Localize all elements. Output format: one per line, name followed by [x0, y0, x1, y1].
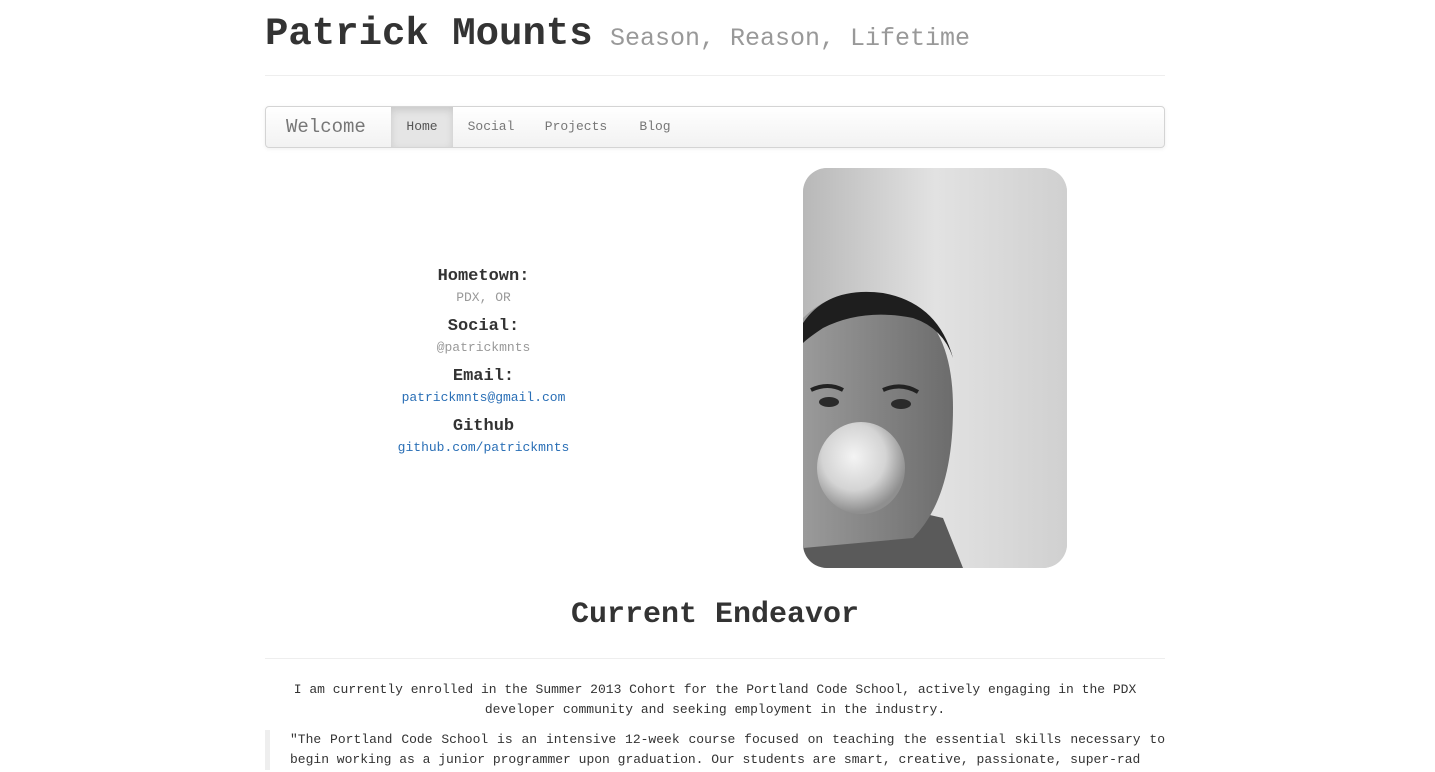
nav-item-home[interactable]: Home — [391, 107, 453, 147]
nav-item-social[interactable]: Social — [453, 107, 529, 147]
page-container: Patrick Mounts Season, Reason, Lifetime … — [265, 0, 1165, 770]
section-title: Current Endeavor — [570, 598, 860, 632]
profile-photo-illustration — [803, 168, 1067, 568]
page-header: Patrick Mounts Season, Reason, Lifetime — [265, 0, 1165, 76]
intro-paragraph: I am currently enrolled in the Summer 20… — [293, 682, 1137, 717]
nav-item-blog[interactable]: Blog — [623, 107, 687, 147]
email-label: Email: — [452, 367, 515, 386]
contact-info: Hometown: PDX, OR Social: @patrickmnts E… — [265, 265, 702, 465]
site-title: Patrick Mounts — [265, 12, 593, 56]
section-divider — [265, 658, 1165, 659]
profile-photo — [803, 168, 1067, 568]
nav-item-projects[interactable]: Projects — [529, 107, 623, 147]
navbar-brand[interactable]: Welcome — [286, 116, 366, 138]
social-label: Social: — [447, 317, 520, 336]
hometown-label: Hometown: — [437, 267, 530, 286]
school-quote: "The Portland Code School is an intensiv… — [265, 730, 1165, 770]
navbar: Welcome Home Social Projects Blog — [265, 106, 1165, 148]
email-link[interactable]: patrickmnts@gmail.com — [402, 390, 566, 405]
social-value: @patrickmnts — [436, 340, 531, 355]
github-label: Github — [452, 417, 515, 436]
hometown-value: PDX, OR — [456, 290, 511, 305]
github-link[interactable]: github.com/patrickmnts — [398, 440, 570, 455]
site-tagline: Season, Reason, Lifetime — [610, 24, 971, 53]
